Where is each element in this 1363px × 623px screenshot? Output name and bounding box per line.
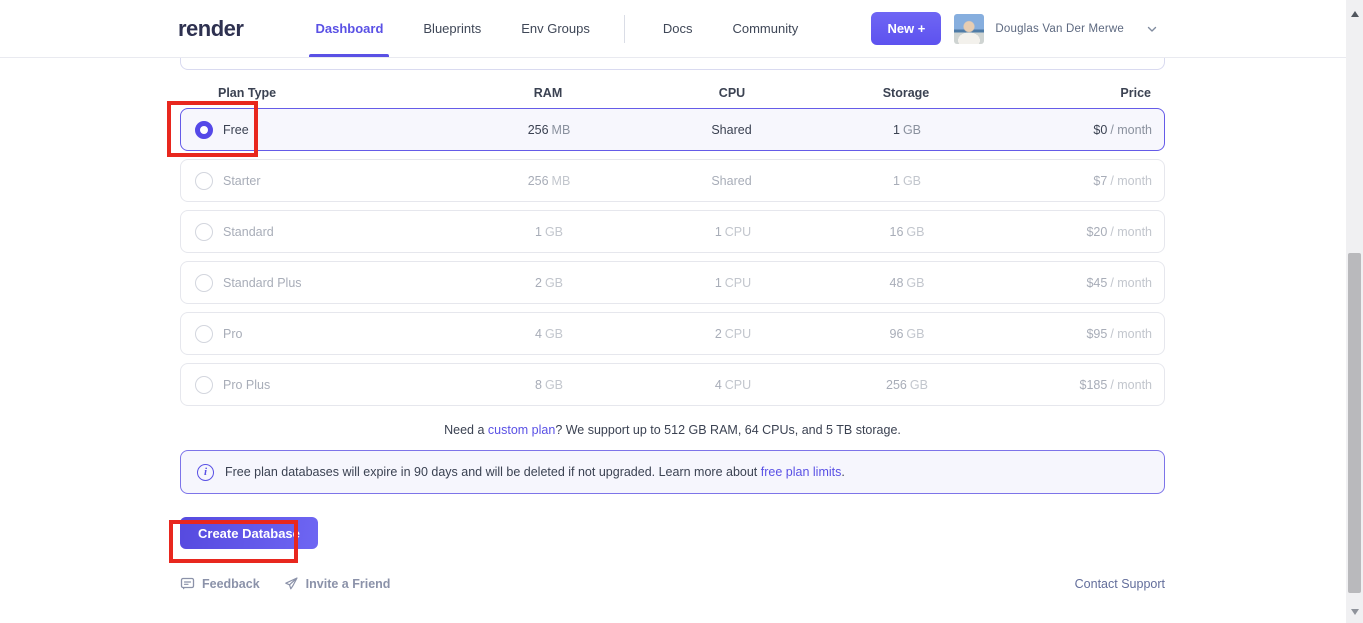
banner-suffix: . [841,465,844,479]
storage-cell: 1GB [769,123,1045,137]
ram-cell: 8GB [401,378,697,392]
nav-docs-link[interactable]: Docs [657,0,699,57]
price-cell: $95/ month [1045,327,1166,341]
column-header-storage: Storage [768,86,1044,100]
column-header-price: Price [1044,86,1165,100]
column-header-cpu: CPU [696,86,768,100]
feedback-link[interactable]: Feedback [180,576,260,591]
plan-cell: Standard Plus [181,274,401,292]
plan-name: Standard [223,225,274,239]
scrollbar-up-arrow[interactable] [1346,5,1363,22]
cpu-cell: 1CPU [697,276,769,290]
custom-plan-link[interactable]: custom plan [488,423,555,437]
radio-button[interactable] [195,325,213,343]
radio-button[interactable] [195,172,213,190]
custom-plan-prefix: Need a [444,423,488,437]
user-menu[interactable]: Douglas Van Der Merwe [954,14,1158,44]
scrollbar-thumb[interactable] [1348,253,1361,593]
price-cell: $45/ month [1045,276,1166,290]
paper-plane-icon [284,576,299,591]
cpu-cell: 4CPU [697,378,769,392]
cpu-cell: Shared [697,174,769,188]
primary-nav: Dashboard Blueprints Env Groups Docs Com… [295,0,818,57]
scrollbar[interactable] [1346,0,1363,623]
banner-text: Free plan databases will expire in 90 da… [225,465,761,479]
plan-name: Free [223,123,249,137]
plan-row-starter[interactable]: Starter 256MB Shared 1GB $7/ month [180,159,1165,202]
custom-plan-note: Need a custom plan? We support up to 512… [180,423,1165,438]
render-logo[interactable]: render [178,16,243,42]
radio-button[interactable] [195,376,213,394]
tab-blueprints[interactable]: Blueprints [417,0,487,57]
plan-cell: Pro Plus [181,376,401,394]
plan-name: Starter [223,174,261,188]
radio-button[interactable] [195,274,213,292]
plan-row-standard-plus[interactable]: Standard Plus 2GB 1CPU 48GB $45/ month [180,261,1165,304]
storage-cell: 256GB [769,378,1045,392]
column-header-ram: RAM [400,86,696,100]
price-cell: $0/ month [1045,123,1166,137]
top-nav-bar: render Dashboard Blueprints Env Groups D… [0,0,1363,58]
radio-button[interactable] [195,121,213,139]
plan-row-free[interactable]: Free 256MB Shared 1GB $0/ month [180,108,1165,151]
create-database-button[interactable]: Create Database [180,517,318,549]
ram-cell: 256MB [401,123,697,137]
price-cell: $185/ month [1045,378,1166,392]
plan-name: Pro Plus [223,378,270,392]
storage-cell: 16GB [769,225,1045,239]
tab-env-groups[interactable]: Env Groups [515,0,596,57]
chevron-down-icon[interactable] [1146,23,1158,35]
ram-cell: 4GB [401,327,697,341]
new-button[interactable]: New + [871,12,941,45]
nav-divider [624,15,625,43]
free-plan-limits-link[interactable]: free plan limits [761,465,842,479]
plan-name: Standard Plus [223,276,302,290]
plan-row-pro-plus[interactable]: Pro Plus 8GB 4CPU 256GB $185/ month [180,363,1165,406]
plan-table-header: Plan Type RAM CPU Storage Price [180,84,1165,101]
ram-cell: 1GB [401,225,697,239]
ram-cell: 256MB [401,174,697,188]
plan-row-pro[interactable]: Pro 4GB 2CPU 96GB $95/ month [180,312,1165,355]
free-plan-info-banner: i Free plan databases will expire in 90 … [180,450,1165,494]
custom-plan-suffix: ? We support up to 512 GB RAM, 64 CPUs, … [555,423,901,437]
contact-support-link[interactable]: Contact Support [1075,577,1165,591]
plan-cell: Pro [181,325,401,343]
plan-cell: Standard [181,223,401,241]
plan-cell: Free [181,121,401,139]
scrollbar-down-arrow[interactable] [1346,603,1363,620]
feedback-bubble-icon [180,576,195,591]
plan-row-standard[interactable]: Standard 1GB 1CPU 16GB $20/ month [180,210,1165,253]
cpu-cell: 1CPU [697,225,769,239]
price-cell: $7/ month [1045,174,1166,188]
feedback-label: Feedback [202,577,260,591]
cpu-cell: Shared [697,123,769,137]
radio-button[interactable] [195,223,213,241]
avatar[interactable] [954,14,984,44]
storage-cell: 48GB [769,276,1045,290]
invite-friend-link[interactable]: Invite a Friend [284,576,391,591]
storage-cell: 1GB [769,174,1045,188]
plan-table: Free 256MB Shared 1GB $0/ month Starter … [180,108,1165,406]
footer: Feedback Invite a Friend Contact Support [180,576,1165,591]
ram-cell: 2GB [401,276,697,290]
storage-cell: 96GB [769,327,1045,341]
price-cell: $20/ month [1045,225,1166,239]
plan-name: Pro [223,327,242,341]
user-name: Douglas Van Der Merwe [995,23,1124,35]
info-icon: i [197,464,214,481]
nav-community-link[interactable]: Community [726,0,804,57]
tab-dashboard[interactable]: Dashboard [309,0,389,57]
main-content: Plan Type RAM CPU Storage Price Free 256… [180,58,1165,591]
plan-cell: Starter [181,172,401,190]
column-header-plan-type: Plan Type [180,86,400,100]
cpu-cell: 2CPU [697,327,769,341]
scrolled-field-bottom[interactable] [180,58,1165,70]
invite-friend-label: Invite a Friend [306,577,391,591]
